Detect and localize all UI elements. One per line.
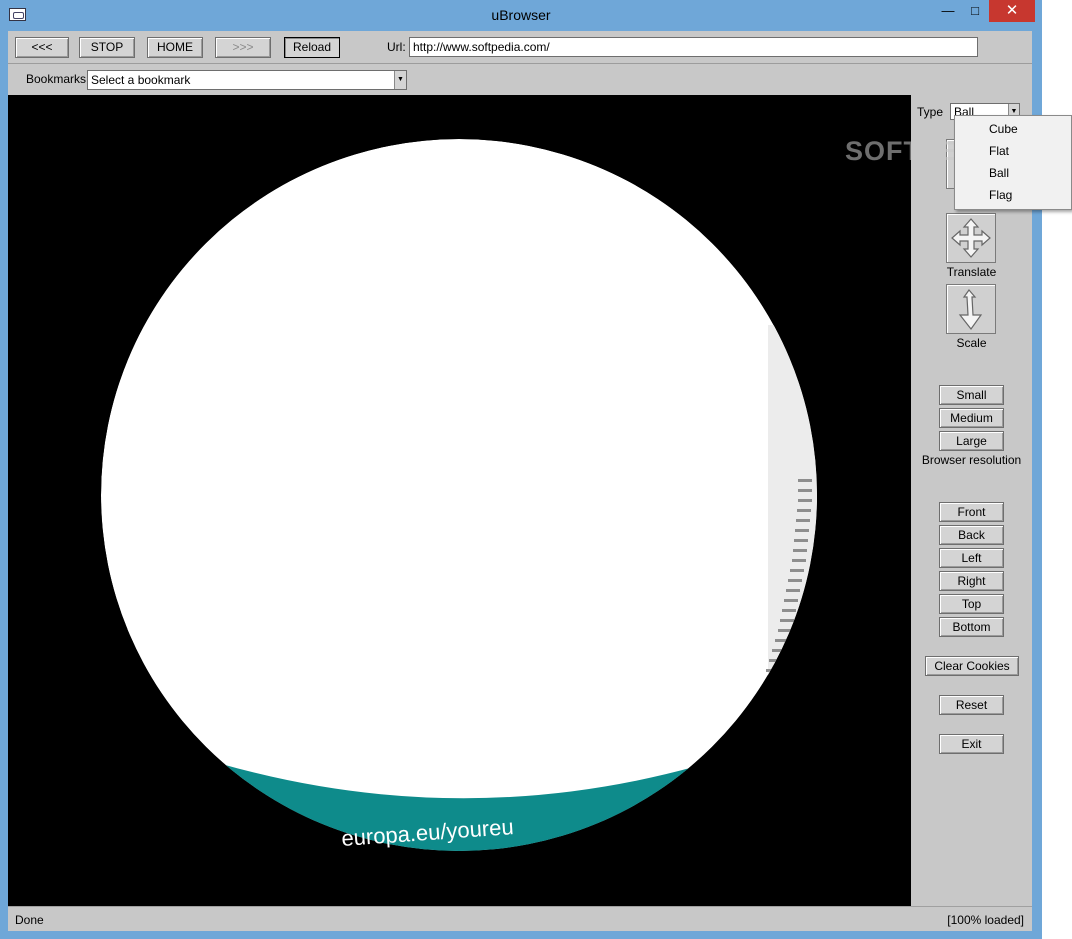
view-top-button[interactable]: Top bbox=[939, 594, 1004, 614]
scale-button[interactable] bbox=[946, 284, 996, 334]
stop-button[interactable]: STOP bbox=[79, 37, 135, 58]
forward-button[interactable]: >>> bbox=[215, 37, 271, 58]
title-bar[interactable]: uBrowser — □ ✕ bbox=[0, 0, 1042, 31]
chevron-down-icon[interactable]: ▼ bbox=[394, 71, 406, 89]
reset-button[interactable]: Reset bbox=[939, 695, 1004, 715]
sphere-page-edge bbox=[768, 325, 817, 745]
control-panel: Type Ball ▼ R Translate bbox=[911, 95, 1032, 906]
clear-cookies-button[interactable]: Clear Cookies bbox=[925, 656, 1019, 676]
translate-button[interactable] bbox=[946, 213, 996, 263]
type-option-flat[interactable]: Flat bbox=[955, 140, 1071, 162]
view-back-button[interactable]: Back bbox=[939, 525, 1004, 545]
type-option-flag[interactable]: Flag bbox=[955, 184, 1071, 206]
resolution-caption: Browser resolution bbox=[921, 453, 1022, 467]
home-button[interactable]: HOME bbox=[147, 37, 203, 58]
resolution-small-button[interactable]: Small bbox=[939, 385, 1004, 405]
url-input[interactable] bbox=[409, 37, 978, 57]
view-front-button[interactable]: Front bbox=[939, 502, 1004, 522]
bookmarks-label: Bookmarks bbox=[26, 72, 87, 86]
bookmark-select[interactable]: Select a bookmark ▼ bbox=[87, 70, 407, 90]
render-viewport[interactable]: europa.eu/youreu bbox=[8, 95, 911, 906]
resolution-medium-button[interactable]: Medium bbox=[939, 408, 1004, 428]
client-area: <<< STOP HOME >>> Reload Url: Bookmarks … bbox=[8, 31, 1032, 931]
close-button[interactable]: ✕ bbox=[989, 0, 1035, 22]
sphere-surface bbox=[101, 139, 817, 851]
toolbar-divider bbox=[8, 63, 1032, 64]
resolution-large-button[interactable]: Large bbox=[939, 431, 1004, 451]
translate-label: Translate bbox=[946, 265, 997, 279]
url-label: Url: bbox=[387, 40, 406, 54]
exit-button[interactable]: Exit bbox=[939, 734, 1004, 754]
move-arrows-icon bbox=[951, 218, 991, 258]
type-dropdown-list: Cube Flat Ball Flag bbox=[954, 115, 1072, 210]
back-button[interactable]: <<< bbox=[15, 37, 69, 58]
minimize-button[interactable]: — bbox=[934, 0, 962, 22]
sphere-render: europa.eu/youreu bbox=[101, 139, 817, 851]
view-left-button[interactable]: Left bbox=[939, 548, 1004, 568]
view-right-button[interactable]: Right bbox=[939, 571, 1004, 591]
status-text: Done bbox=[15, 913, 44, 927]
type-option-cube[interactable]: Cube bbox=[955, 118, 1071, 140]
application-window: uBrowser — □ ✕ <<< STOP HOME >>> Reload … bbox=[0, 0, 1042, 939]
type-label: Type bbox=[917, 105, 944, 119]
window-bottom-border bbox=[0, 931, 1042, 939]
scale-label: Scale bbox=[956, 336, 987, 350]
bookmark-select-value: Select a bookmark bbox=[91, 73, 191, 87]
status-bar: Done [100% loaded] bbox=[8, 906, 1032, 931]
reload-button[interactable]: Reload bbox=[284, 37, 340, 58]
view-bottom-button[interactable]: Bottom bbox=[939, 617, 1004, 637]
type-option-ball[interactable]: Ball bbox=[955, 162, 1071, 184]
maximize-button[interactable]: □ bbox=[961, 0, 989, 22]
scale-arrow-icon bbox=[958, 289, 983, 331]
window-title: uBrowser bbox=[491, 7, 551, 23]
load-progress-text: [100% loaded] bbox=[947, 913, 1024, 927]
